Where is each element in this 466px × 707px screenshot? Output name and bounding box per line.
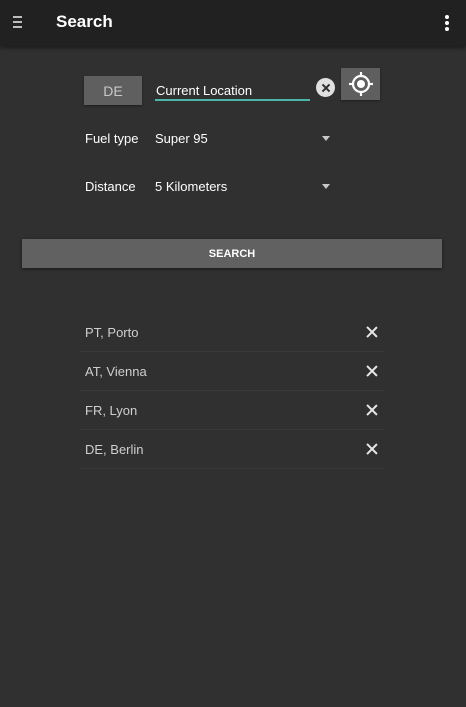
list-item[interactable]: DE, Berlin — [79, 430, 384, 469]
distance-selected: 5 Kilometers — [155, 179, 228, 194]
close-icon[interactable] — [366, 404, 378, 416]
list-item[interactable]: AT, Vienna — [79, 352, 384, 391]
distance-dropdown[interactable]: 5 Kilometers — [155, 179, 330, 194]
close-icon[interactable] — [366, 365, 378, 377]
search-button[interactable]: SEARCH — [22, 239, 442, 268]
close-icon[interactable] — [366, 443, 378, 455]
country-code-button[interactable]: DE — [84, 76, 142, 105]
my-location-icon — [348, 72, 373, 96]
list-item[interactable]: PT, Porto — [79, 313, 384, 352]
fuel-type-label: Fuel type — [85, 131, 139, 146]
gps-location-button[interactable] — [341, 68, 380, 100]
more-vert-icon[interactable] — [440, 14, 454, 32]
page-title: Search — [56, 12, 113, 31]
recent-search-label: AT, Vienna — [85, 364, 147, 379]
list-item[interactable]: FR, Lyon — [79, 391, 384, 430]
distance-label: Distance — [85, 179, 136, 194]
close-icon[interactable] — [366, 326, 378, 338]
dropdown-arrow-icon — [322, 136, 330, 141]
recent-search-label: DE, Berlin — [85, 442, 144, 457]
clear-circle-icon[interactable] — [316, 78, 335, 97]
dropdown-arrow-icon — [322, 184, 330, 189]
hamburger-menu-icon[interactable] — [13, 16, 24, 29]
fuel-type-selected: Super 95 — [155, 131, 208, 146]
recent-search-label: FR, Lyon — [85, 403, 138, 418]
recent-searches-list: PT, Porto AT, Vienna FR, Lyon DE, Berlin — [79, 313, 384, 469]
recent-search-label: PT, Porto — [85, 325, 139, 340]
location-input[interactable]: Current Location — [155, 80, 310, 101]
fuel-type-dropdown[interactable]: Super 95 — [155, 131, 330, 146]
app-bar: Search — [0, 0, 466, 46]
